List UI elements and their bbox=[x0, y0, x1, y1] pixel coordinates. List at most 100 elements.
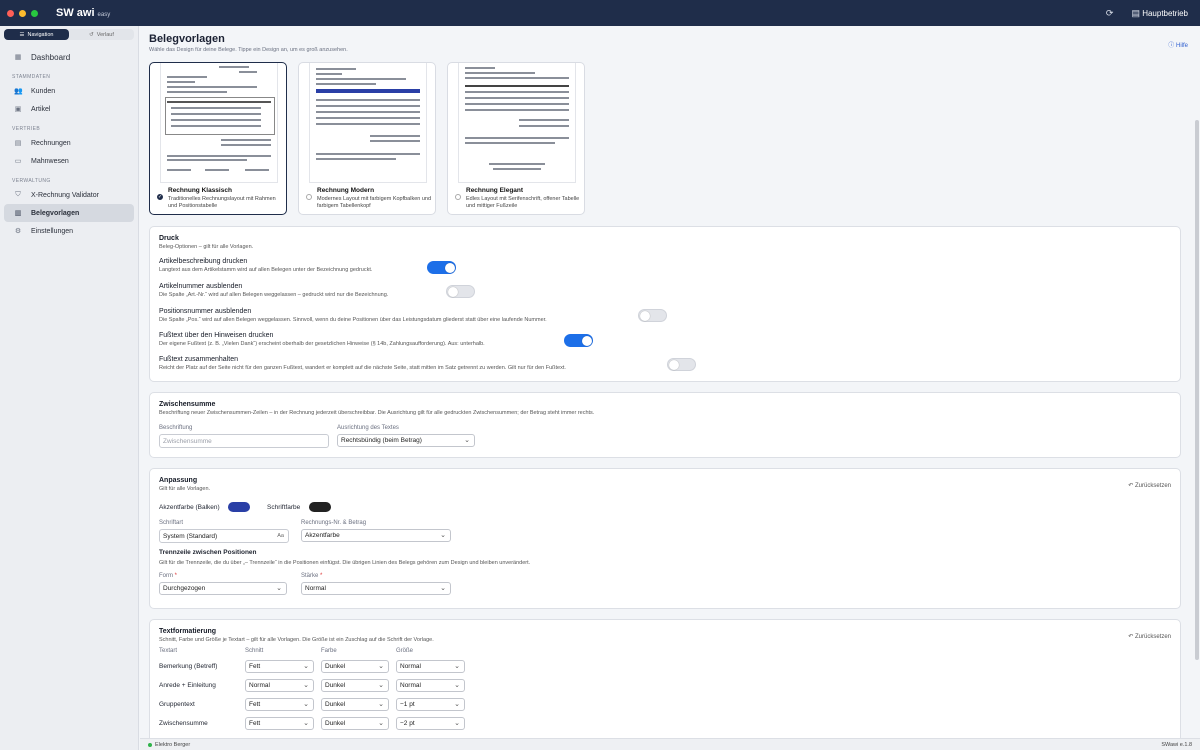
groesse-select[interactable]: Normal ⌄ bbox=[396, 679, 465, 692]
toggle-positionsnummer[interactable] bbox=[638, 309, 667, 322]
akzent-label: Akzentfarbe (Balken) bbox=[159, 504, 220, 511]
panel-subtitle: Gilt für alle Vorlagen. bbox=[159, 486, 211, 492]
vertical-scrollbar[interactable] bbox=[1195, 120, 1199, 660]
template-preview bbox=[160, 63, 278, 183]
panel-zwischensumme: Zwischensumme Beschriftung neuer Zwische… bbox=[149, 392, 1181, 458]
schrift-label: Schriftfarbe bbox=[267, 504, 301, 511]
shield-check-icon: ⛉ bbox=[15, 191, 21, 198]
option-artikelnummer: Artikelnummer ausblenden Die Spalte „Art.… bbox=[159, 283, 389, 298]
sidebar-item-belegvorlagen[interactable]: ▥ Belegvorlagen bbox=[4, 204, 134, 222]
reset-button[interactable]: ↶ Zurücksetzen bbox=[1128, 482, 1171, 489]
groesse-select[interactable]: Normal ⌄ bbox=[396, 660, 465, 673]
zoom-window-button[interactable] bbox=[31, 9, 38, 17]
sync-icon[interactable]: ⟳ bbox=[1106, 8, 1114, 19]
form-select[interactable]: Durchgezogen ⌄ bbox=[159, 582, 287, 595]
akzent-color-swatch[interactable] bbox=[228, 502, 250, 512]
undo-icon: ↶ bbox=[1128, 634, 1134, 640]
panel-druck: Druck Beleg-Optionen – gilt für alle Vor… bbox=[149, 226, 1181, 382]
toggle-artikelbeschreibung[interactable] bbox=[427, 261, 456, 274]
toggle-fusstext-zusammenhalten[interactable] bbox=[667, 358, 696, 371]
dashboard-icon: ▦ bbox=[14, 54, 22, 61]
help-button[interactable]: ⓘ Hilfe bbox=[1168, 40, 1188, 49]
company-switcher[interactable]: ▤ Hauptbetrieb bbox=[1131, 8, 1188, 19]
template-radio-selected[interactable]: ✓ bbox=[157, 194, 163, 200]
scroll-content: ✓ Rechnung Klassisch Traditionelles Rech… bbox=[149, 62, 1181, 738]
row-label: Anrede + Einleitung bbox=[159, 682, 216, 689]
form-label: Form * bbox=[159, 573, 178, 579]
minimize-window-button[interactable] bbox=[19, 9, 26, 17]
chevron-down-icon: ⌄ bbox=[276, 585, 282, 592]
ausrichtung-select[interactable]: Rechtsbündig (beim Betrag) ⌄ bbox=[337, 434, 475, 447]
sidebar-item-kunden[interactable]: 👥 Kunden bbox=[4, 82, 134, 100]
toggle-fusstext-hinweise[interactable] bbox=[564, 334, 593, 347]
schnitt-select[interactable]: Normal ⌄ bbox=[245, 679, 314, 692]
col-header-schnitt: Schnitt bbox=[245, 648, 264, 654]
sidebar-item-artikel[interactable]: ▣ Artikel bbox=[4, 100, 134, 118]
chevron-down-icon: ⌄ bbox=[378, 663, 384, 670]
sidebar-item-dashboard[interactable]: ▦ Dashboard bbox=[4, 48, 134, 66]
box-icon: ▣ bbox=[14, 106, 22, 113]
template-name: Rechnung Klassisch bbox=[168, 187, 232, 194]
staerke-select[interactable]: Normal ⌄ bbox=[301, 582, 451, 595]
template-card-elegant[interactable]: Rechnung Elegant Edles Layout mit Serife… bbox=[447, 62, 585, 215]
chevron-down-icon: ⌄ bbox=[303, 720, 309, 727]
template-gallery: ✓ Rechnung Klassisch Traditionelles Rech… bbox=[149, 62, 589, 215]
reset-button[interactable]: ↶ Zurücksetzen bbox=[1128, 633, 1171, 640]
schrift-color-swatch[interactable] bbox=[309, 502, 331, 512]
col-header-farbe: Farbe bbox=[321, 648, 337, 654]
segment-navigation[interactable]: ☰ Navigation bbox=[4, 29, 69, 40]
building-icon: ▤ bbox=[1131, 7, 1140, 18]
option-fusstext-hinweise: Fußtext über den Hinweisen drucken Der ei… bbox=[159, 332, 485, 347]
window-controls bbox=[7, 9, 38, 17]
sidebar-item-rechnungen[interactable]: ▤ Rechnungen bbox=[4, 134, 134, 152]
col-header-textart: Textart bbox=[159, 648, 178, 654]
schnitt-select[interactable]: Fett ⌄ bbox=[245, 698, 314, 711]
chevron-down-icon: ⌄ bbox=[464, 437, 470, 444]
schriftart-field[interactable]: System (Standard) Aa bbox=[159, 529, 289, 543]
farbe-select[interactable]: Dunkel ⌄ bbox=[321, 717, 389, 730]
sidebar-item-einstellungen[interactable]: ⚙ Einstellungen bbox=[4, 222, 134, 240]
segment-verlauf[interactable]: ↺ Verlauf bbox=[69, 29, 134, 40]
toggle-artikelnummer[interactable] bbox=[446, 285, 475, 298]
status-bar: Elektro Berger SWawi e.1.8 bbox=[140, 738, 1200, 750]
template-radio[interactable] bbox=[306, 194, 312, 200]
status-company: Elektro Berger bbox=[155, 742, 191, 748]
row-label: Zwischensumme bbox=[159, 720, 208, 727]
rnr-label: Rechnungs-Nr. & Betrag bbox=[301, 520, 367, 526]
company-name: Hauptbetrieb bbox=[1142, 8, 1188, 18]
sidebar-item-xrechnung-validator[interactable]: ⛉ X-Rechnung Validator bbox=[4, 186, 134, 204]
groesse-select[interactable]: −1 pt ⌄ bbox=[396, 698, 465, 711]
chevron-down-icon: ⌄ bbox=[378, 701, 384, 708]
close-window-button[interactable] bbox=[7, 9, 14, 17]
groesse-select[interactable]: −2 pt ⌄ bbox=[396, 717, 465, 730]
chevron-down-icon: ⌄ bbox=[454, 720, 460, 727]
chevron-down-icon: ⌄ bbox=[454, 682, 460, 689]
schnitt-select[interactable]: Fett ⌄ bbox=[245, 660, 314, 673]
template-radio[interactable] bbox=[455, 194, 461, 200]
farbe-select[interactable]: Dunkel ⌄ bbox=[321, 660, 389, 673]
section-stammdaten: STAMMDATEN bbox=[12, 74, 51, 80]
template-card-klassisch[interactable]: ✓ Rechnung Klassisch Traditionelles Rech… bbox=[149, 62, 287, 215]
panel-title: Druck bbox=[159, 235, 179, 242]
farbe-select[interactable]: Dunkel ⌄ bbox=[321, 698, 389, 711]
farbe-select[interactable]: Dunkel ⌄ bbox=[321, 679, 389, 692]
template-preview bbox=[458, 63, 576, 183]
rnr-select[interactable]: Akzentfarbe ⌄ bbox=[301, 529, 451, 542]
template-name: Rechnung Modern bbox=[317, 187, 375, 194]
beschriftung-label: Beschriftung bbox=[159, 425, 193, 431]
template-desc: Modernes Layout mit farbigem Kopfbalken … bbox=[317, 196, 432, 210]
sidebar-item-mahnwesen[interactable]: ▭ Mahnwesen bbox=[4, 152, 134, 170]
status-version: SWawi e.1.8 bbox=[1161, 742, 1192, 748]
chevron-down-icon: ⌄ bbox=[440, 585, 446, 592]
help-icon: ⓘ bbox=[1168, 43, 1175, 49]
chevron-down-icon: ⌄ bbox=[378, 720, 384, 727]
title-bar: SW awi easy ⟳ ▤ Hauptbetrieb bbox=[0, 0, 1200, 26]
chevron-down-icon: ⌄ bbox=[454, 663, 460, 670]
schnitt-select[interactable]: Fett ⌄ bbox=[245, 717, 314, 730]
panel-anpassung: Anpassung Gilt für alle Vorlagen. ↶ Zurü… bbox=[149, 468, 1181, 609]
beschriftung-input[interactable]: Zwischensumme bbox=[159, 434, 329, 448]
panel-textformatierung: Textformatierung Schnitt, Farbe und Größ… bbox=[149, 619, 1181, 738]
template-card-modern[interactable]: Rechnung Modern Modernes Layout mit farb… bbox=[298, 62, 436, 215]
section-vertrieb: VERTRIEB bbox=[12, 126, 41, 132]
template-name: Rechnung Elegant bbox=[466, 187, 524, 194]
